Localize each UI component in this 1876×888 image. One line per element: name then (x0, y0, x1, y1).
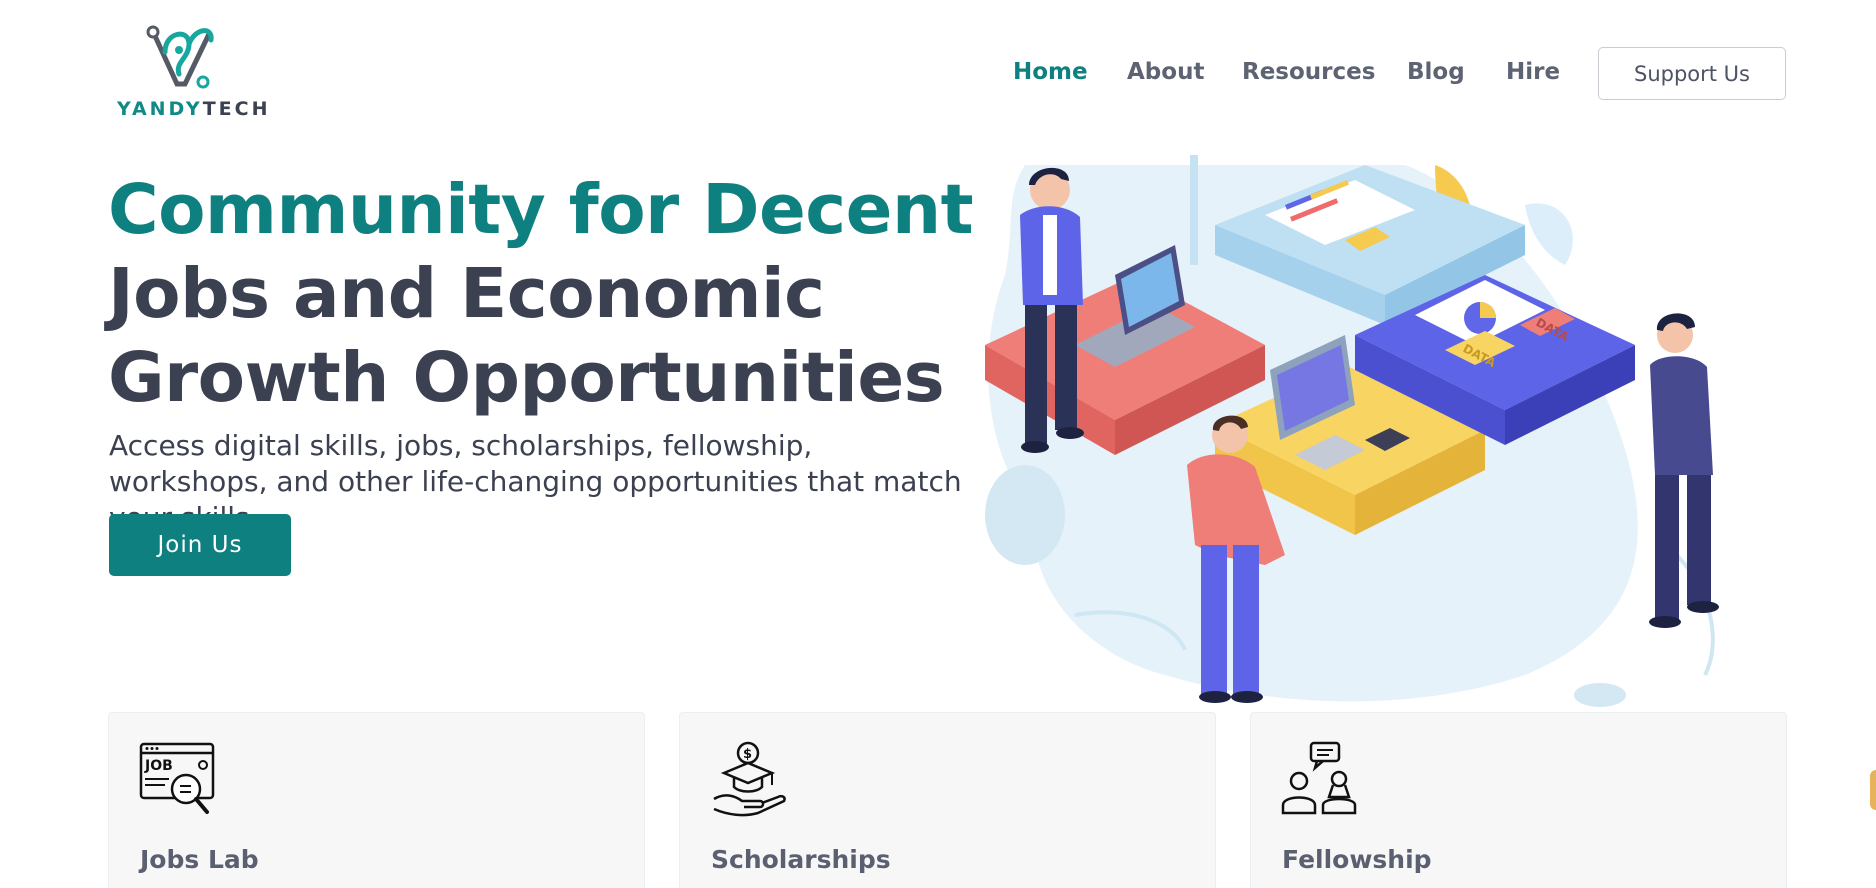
main-nav: Home About Resources Blog Hire Support U… (0, 47, 1876, 101)
svg-text:$: $ (743, 747, 752, 762)
nav-link-resources[interactable]: Resources (1242, 59, 1375, 85)
team-puzzle-illustration: DATA DATA (965, 155, 1795, 715)
card-label-scholarships: Scholarships (711, 845, 891, 874)
nav-link-about[interactable]: About (1127, 59, 1204, 85)
hero-title-line1: Community for Decent (108, 170, 974, 250)
svg-text:JOB: JOB (144, 758, 173, 774)
nav-link-home[interactable]: Home (1013, 59, 1088, 85)
card-label-jobs-lab: Jobs Lab (140, 845, 259, 874)
hero-title: Community for Decent Jobs and Economic G… (108, 168, 1008, 420)
join-us-button[interactable]: Join Us (109, 514, 291, 576)
brand-wordmark: YANDYTECH (117, 98, 271, 120)
card-scholarships[interactable]: $ Scholarships (679, 712, 1216, 888)
support-us-button[interactable]: Support Us (1598, 47, 1786, 100)
card-jobs-lab[interactable]: JOB Jobs Lab (108, 712, 645, 888)
nav-link-hire[interactable]: Hire (1506, 59, 1560, 85)
hero-title-line3: Growth Opportunities (108, 338, 945, 418)
card-fellowship[interactable]: Fellowship (1250, 712, 1787, 888)
feature-cards: JOB Jobs Lab $ Scholarships Fellowship (108, 712, 1787, 888)
nav-link-blog[interactable]: Blog (1407, 59, 1465, 85)
hero-title-line2: Jobs and Economic (108, 254, 825, 334)
side-feedback-tab[interactable] (1870, 770, 1876, 810)
brand-name-part1: YANDY (117, 98, 203, 120)
job-search-icon: JOB (139, 742, 215, 814)
brand-name-part2: TECH (202, 98, 271, 120)
card-label-fellowship: Fellowship (1282, 845, 1432, 874)
fellowship-icon (1281, 741, 1357, 815)
scholarship-icon: $ (713, 741, 786, 817)
